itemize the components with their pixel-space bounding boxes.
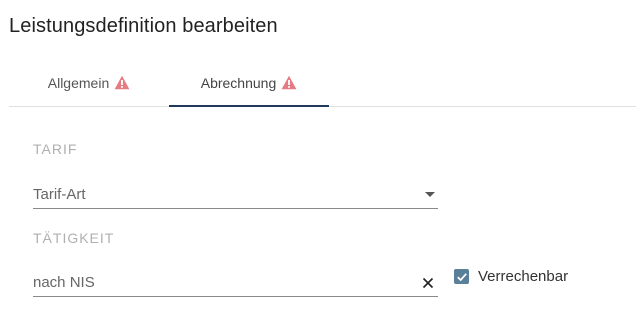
- warning-icon: [114, 75, 130, 90]
- taetigkeit-value: nach NIS: [33, 274, 95, 291]
- tab-bar: Allgemein Abrechnung: [9, 60, 636, 107]
- tarif-art-select[interactable]: Tarif-Art: [33, 182, 438, 209]
- taetigkeit-select[interactable]: nach NIS: [33, 270, 438, 297]
- verrechenbar-label: Verrechenbar: [478, 268, 569, 285]
- verrechenbar-checkbox[interactable]: Verrechenbar: [454, 268, 568, 285]
- clear-icon[interactable]: [422, 277, 434, 289]
- checkbox-checked-icon[interactable]: [454, 269, 469, 284]
- section-label-taetigkeit: TÄTIGKEIT: [33, 230, 115, 246]
- dialog-title: Leistungsdefinition bearbeiten: [9, 15, 278, 37]
- tab-allgemein-label: Allgemein: [47, 74, 110, 91]
- tab-allgemein[interactable]: Allgemein: [9, 60, 169, 105]
- tab-abrechnung[interactable]: Abrechnung: [169, 60, 329, 107]
- section-label-tarif: TARIF: [33, 141, 78, 157]
- warning-icon: [281, 75, 297, 90]
- tab-abrechnung-label: Abrechnung: [200, 74, 277, 91]
- tarif-art-value: Tarif-Art: [33, 186, 86, 203]
- dropdown-caret-icon: [425, 192, 435, 197]
